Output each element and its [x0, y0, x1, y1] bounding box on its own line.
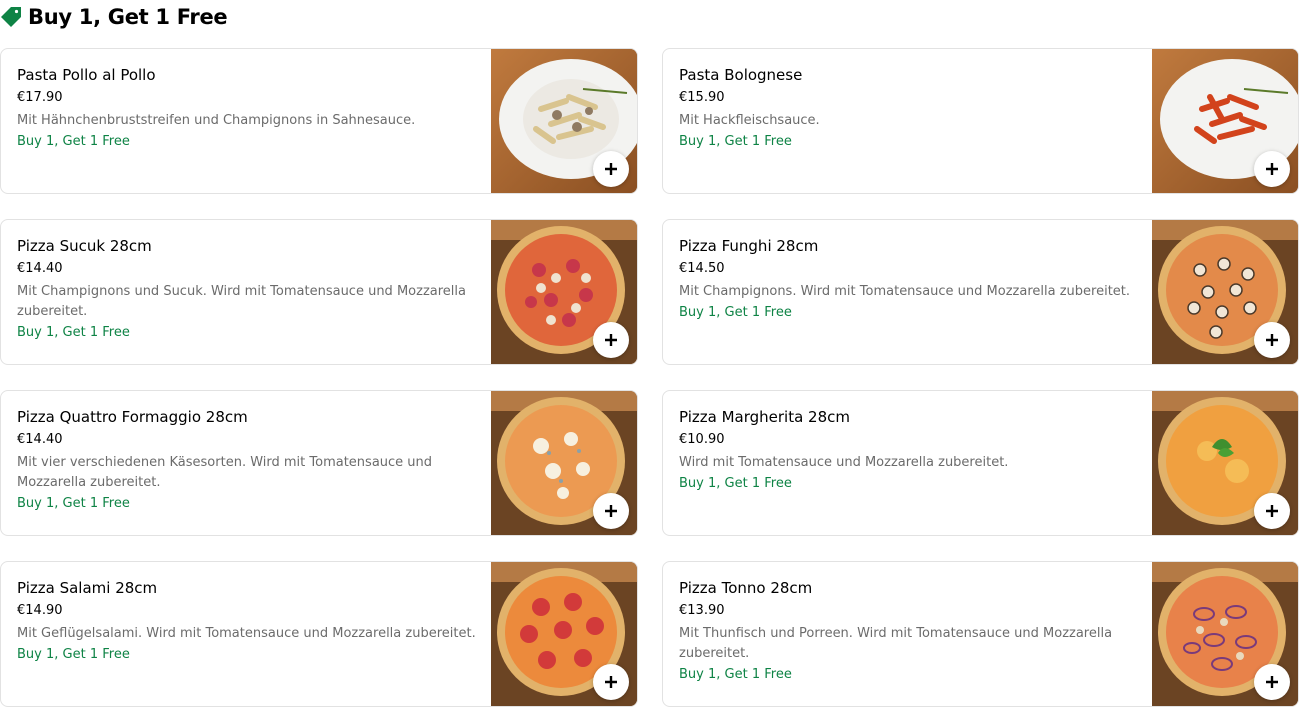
pizza-margherita-image	[1152, 391, 1298, 535]
item-description: Mit Champignons. Wird mit Tomatensauce u…	[679, 284, 1131, 299]
item-price: €14.40	[17, 432, 63, 447]
item-promo: Buy 1, Get 1 Free	[17, 647, 130, 662]
menu-item-info: Pizza Margherita 28cm €10.90 Wird mit To…	[679, 407, 1139, 494]
menu-item-card[interactable]: Pizza Margherita 28cm €10.90 Wird mit To…	[662, 390, 1299, 536]
section-header: Buy 1, Get 1 Free	[0, 2, 228, 32]
menu-item-info: Pasta Bolognese €15.90 Mit Hackfleischsa…	[679, 65, 1139, 152]
item-price: €13.90	[679, 603, 725, 618]
plus-icon	[1266, 676, 1278, 688]
item-name: Pasta Bolognese	[679, 66, 803, 84]
add-to-cart-button[interactable]	[593, 664, 629, 700]
item-promo: Buy 1, Get 1 Free	[17, 325, 130, 340]
menu-item-info: Pizza Sucuk 28cm €14.40 Mit Champignons …	[17, 236, 477, 343]
item-name: Pasta Pollo al Pollo	[17, 66, 156, 84]
item-price: €17.90	[17, 90, 63, 105]
plus-icon	[605, 163, 617, 175]
item-name: Pizza Tonno 28cm	[679, 579, 813, 597]
item-description: Wird mit Tomatensauce und Mozzarella zub…	[679, 455, 1009, 470]
tag-icon	[0, 6, 22, 28]
add-to-cart-button[interactable]	[1254, 493, 1290, 529]
plus-icon	[605, 505, 617, 517]
item-description: Mit vier verschiedenen Käsesorten. Wird …	[17, 455, 433, 490]
item-promo: Buy 1, Get 1 Free	[17, 134, 130, 149]
item-promo: Buy 1, Get 1 Free	[679, 476, 792, 491]
plus-icon	[1266, 505, 1278, 517]
item-promo: Buy 1, Get 1 Free	[679, 134, 792, 149]
pizza-funghi-image	[1152, 220, 1298, 364]
section-title: Buy 1, Get 1 Free	[28, 5, 228, 29]
item-name: Pizza Margherita 28cm	[679, 408, 851, 426]
item-description: Mit Hähnchenbruststreifen und Champignon…	[17, 113, 416, 128]
plus-icon	[1266, 334, 1278, 346]
menu-item-info: Pizza Quattro Formaggio 28cm €14.40 Mit …	[17, 407, 477, 514]
add-to-cart-button[interactable]	[593, 493, 629, 529]
menu-item-card[interactable]: Pasta Pollo al Pollo €17.90 Mit Hähnchen…	[0, 48, 638, 194]
item-price: €14.50	[679, 261, 725, 276]
item-price: €15.90	[679, 90, 725, 105]
menu-item-card[interactable]: Pizza Sucuk 28cm €14.40 Mit Champignons …	[0, 219, 638, 365]
pasta-cream-image	[491, 49, 637, 193]
add-to-cart-button[interactable]	[593, 322, 629, 358]
menu-item-info: Pizza Salami 28cm €14.90 Mit Geflügelsal…	[17, 578, 477, 665]
pizza-sucuk-image	[491, 220, 637, 364]
item-price: €14.40	[17, 261, 63, 276]
item-description: Mit Champignons und Sucuk. Wird mit Toma…	[17, 284, 466, 319]
add-to-cart-button[interactable]	[1254, 151, 1290, 187]
plus-icon	[605, 676, 617, 688]
add-to-cart-button[interactable]	[1254, 322, 1290, 358]
item-description: Mit Thunfisch und Porreen. Wird mit Toma…	[679, 626, 1113, 661]
menu-item-card[interactable]: Pizza Salami 28cm €14.90 Mit Geflügelsal…	[0, 561, 638, 707]
item-name: Pizza Funghi 28cm	[679, 237, 819, 255]
menu-item-card[interactable]: Pizza Funghi 28cm €14.50 Mit Champignons…	[662, 219, 1299, 365]
pizza-cheese-image	[491, 391, 637, 535]
item-name: Pizza Salami 28cm	[17, 579, 158, 597]
item-promo: Buy 1, Get 1 Free	[679, 305, 792, 320]
menu-item-card[interactable]: Pasta Bolognese €15.90 Mit Hackfleischsa…	[662, 48, 1299, 194]
add-to-cart-button[interactable]	[593, 151, 629, 187]
add-to-cart-button[interactable]	[1254, 664, 1290, 700]
item-description: Mit Hackfleischsauce.	[679, 113, 820, 128]
plus-icon	[605, 334, 617, 346]
menu-item-info: Pizza Funghi 28cm €14.50 Mit Champignons…	[679, 236, 1139, 323]
menu-item-info: Pizza Tonno 28cm €13.90 Mit Thunfisch un…	[679, 578, 1139, 685]
item-price: €14.90	[17, 603, 63, 618]
pizza-salami-image	[491, 562, 637, 706]
item-price: €10.90	[679, 432, 725, 447]
menu-item-info: Pasta Pollo al Pollo €17.90 Mit Hähnchen…	[17, 65, 477, 152]
menu-item-card[interactable]: Pizza Tonno 28cm €13.90 Mit Thunfisch un…	[662, 561, 1299, 707]
item-description: Mit Geflügelsalami. Wird mit Tomatensauc…	[17, 626, 476, 641]
item-promo: Buy 1, Get 1 Free	[17, 496, 130, 511]
item-name: Pizza Quattro Formaggio 28cm	[17, 408, 248, 426]
plus-icon	[1266, 163, 1278, 175]
item-promo: Buy 1, Get 1 Free	[679, 667, 792, 682]
pizza-tonno-image	[1152, 562, 1298, 706]
menu-item-card[interactable]: Pizza Quattro Formaggio 28cm €14.40 Mit …	[0, 390, 638, 536]
item-name: Pizza Sucuk 28cm	[17, 237, 152, 255]
menu-item-grid: Pasta Pollo al Pollo €17.90 Mit Hähnchen…	[0, 48, 1299, 707]
pasta-red-image	[1152, 49, 1298, 193]
